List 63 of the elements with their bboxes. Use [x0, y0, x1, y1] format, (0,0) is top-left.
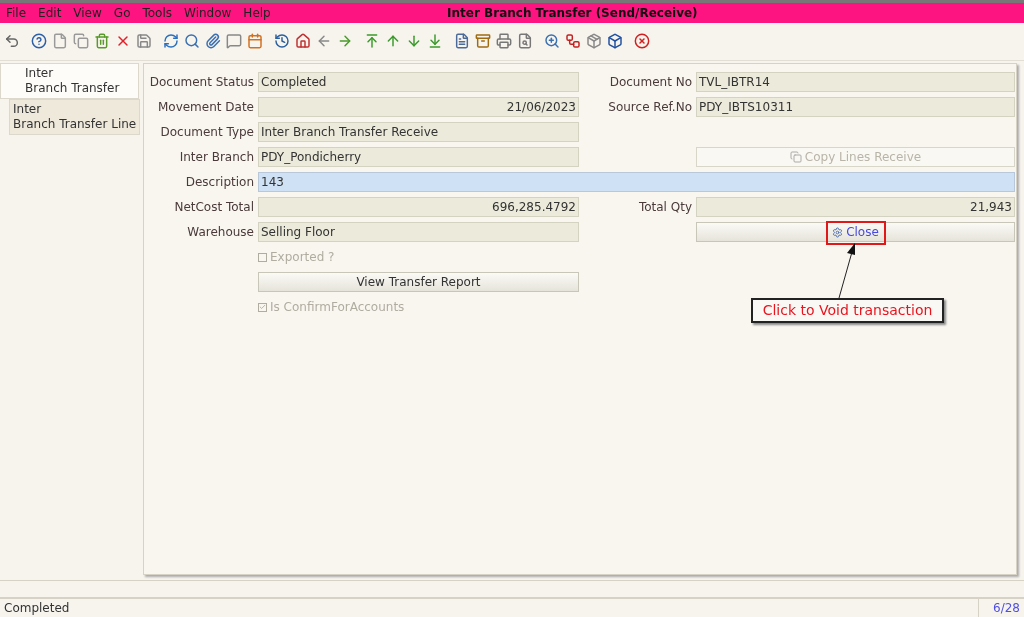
- record-counter: 6/28: [978, 599, 1024, 617]
- printer-icon[interactable]: [496, 33, 512, 50]
- copy-icon: [789, 151, 802, 164]
- paperclip-icon[interactable]: [205, 33, 221, 50]
- text-field[interactable]: 21,943: [696, 197, 1015, 218]
- field-label: Total Qty: [637, 199, 692, 217]
- text-field[interactable]: 696,285.4792: [258, 197, 579, 218]
- menu-item[interactable]: View: [73, 4, 102, 22]
- workflow-icon[interactable]: [565, 33, 581, 50]
- text-field[interactable]: PDY_Pondicherry: [258, 147, 579, 168]
- field-label: Warehouse: [186, 224, 254, 242]
- help-icon[interactable]: [31, 33, 47, 50]
- window-title: Inter Branch Transfer (Send/Receive): [447, 5, 698, 22]
- undo-icon[interactable]: [4, 33, 20, 50]
- new-document-icon[interactable]: [52, 33, 68, 50]
- field-label: Document Status: [148, 74, 254, 92]
- text-field[interactable]: TVL_IBTR14: [696, 72, 1015, 93]
- field-label: Source Ref.No: [607, 99, 692, 117]
- description-field[interactable]: 143: [258, 172, 1015, 193]
- first-record-icon[interactable]: [364, 33, 380, 50]
- text-field[interactable]: Completed: [258, 72, 579, 93]
- archive-icon[interactable]: [475, 33, 491, 50]
- text-field[interactable]: Inter Branch Transfer Receive: [258, 122, 579, 143]
- history-icon[interactable]: [274, 33, 290, 50]
- menu-item[interactable]: Tools: [142, 4, 173, 22]
- field-label: Document No: [608, 74, 692, 92]
- last-record-icon[interactable]: [427, 33, 443, 50]
- report-icon[interactable]: [454, 33, 470, 50]
- field-label: Movement Date: [156, 99, 254, 117]
- gear-icon: [832, 226, 844, 238]
- check-icon: [259, 303, 266, 312]
- field-label: Description: [184, 174, 254, 192]
- refresh-icon[interactable]: [163, 33, 179, 50]
- copy-icon[interactable]: [73, 33, 89, 50]
- callout-label: Click to Void transaction: [751, 297, 944, 323]
- navigation-tab[interactable]: Inter Branch Transfer Line: [9, 98, 140, 135]
- menu-item[interactable]: Edit: [38, 4, 62, 22]
- navigation-tab[interactable]: Inter Branch Transfer: [0, 62, 139, 99]
- menu-item[interactable]: Go: [113, 4, 131, 22]
- field-label: Document Type: [159, 124, 254, 142]
- search-icon[interactable]: [184, 33, 200, 50]
- action-button[interactable]: View Transfer Report: [258, 272, 579, 293]
- field-label: NetCost Total: [173, 199, 254, 217]
- chat-icon[interactable]: [226, 33, 242, 50]
- text-field[interactable]: Selling Floor: [258, 222, 579, 243]
- close-icon[interactable]: [634, 33, 650, 50]
- text-field[interactable]: 21/06/2023: [258, 97, 579, 118]
- trash-icon[interactable]: [94, 33, 110, 50]
- calendar-icon[interactable]: [247, 33, 263, 50]
- home-icon[interactable]: [295, 33, 311, 50]
- status-message: Completed: [3, 600, 71, 617]
- close-button[interactable]: Close: [696, 222, 1015, 243]
- field-label: Inter Branch: [178, 149, 254, 167]
- package-icon[interactable]: [586, 33, 602, 50]
- menu-item[interactable]: File: [6, 4, 27, 22]
- save-icon[interactable]: [136, 33, 152, 50]
- print-preview-icon[interactable]: [517, 33, 533, 50]
- text-field[interactable]: PDY_IBTS10311: [696, 97, 1015, 118]
- zoom-icon[interactable]: [544, 33, 560, 50]
- box-icon[interactable]: [607, 33, 623, 50]
- menu-item[interactable]: Help: [243, 4, 271, 22]
- menu-item[interactable]: Window: [184, 4, 232, 22]
- highlight-frame: [825, 221, 886, 246]
